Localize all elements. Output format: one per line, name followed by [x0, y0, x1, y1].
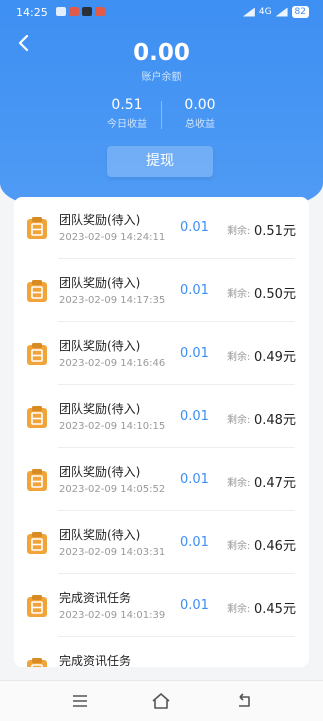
row-divider [58, 573, 295, 574]
calendar-clipboard-icon [27, 343, 47, 365]
calendar-clipboard-icon [27, 280, 47, 302]
row-divider [58, 447, 295, 448]
record-time: 2023-02-09 14:17:35 [59, 295, 166, 306]
record-amount: 0.01 [180, 409, 209, 424]
record-remain-label: 剩余: [227, 604, 251, 615]
record-amount: 0.01 [180, 598, 209, 613]
total-earnings-value: 0.00 [184, 97, 216, 113]
record-remain-label: 剩余: [227, 289, 251, 300]
record-remain-label: 剩余: [227, 415, 251, 426]
record-amount: 0.01 [180, 283, 209, 298]
record-row[interactable]: 完成资讯任务 [14, 638, 309, 667]
row-divider [58, 636, 295, 637]
record-title: 团队奖励(待入) [59, 276, 141, 290]
record-row[interactable]: 团队奖励(待入) 2023-02-09 14:05:52 0.01 剩余: 0.… [14, 449, 309, 511]
record-row[interactable]: 团队奖励(待入) 2023-02-09 14:03:31 0.01 剩余: 0.… [14, 512, 309, 574]
record-remain-label: 剩余: [227, 226, 251, 237]
record-title: 团队奖励(待入) [59, 528, 141, 542]
record-remain: 0.49元 [254, 350, 296, 365]
app-notification-icon [95, 7, 105, 16]
home-icon[interactable] [149, 689, 173, 713]
record-row[interactable]: 团队奖励(待入) 2023-02-09 14:17:35 0.01 剩余: 0.… [14, 260, 309, 322]
row-divider [58, 384, 295, 385]
record-row[interactable]: 团队奖励(待入) 2023-02-09 14:16:46 0.01 剩余: 0.… [14, 323, 309, 385]
record-title: 完成资讯任务 [59, 654, 132, 667]
signal-icon [275, 7, 288, 17]
row-divider [58, 258, 295, 259]
record-row[interactable]: 完成资讯任务 2023-02-09 14:01:39 0.01 剩余: 0.45… [14, 575, 309, 637]
records-list: 团队奖励(待入) 2023-02-09 14:24:11 0.01 剩余: 0.… [14, 197, 309, 667]
total-earnings: 0.00 总收益 [150, 97, 250, 130]
calendar-clipboard-icon [27, 532, 47, 554]
record-time: 2023-02-09 14:03:31 [59, 547, 166, 558]
record-remain: 0.45元 [254, 602, 296, 617]
record-time: 2023-02-09 14:24:11 [59, 232, 166, 243]
menu-icon[interactable] [68, 689, 92, 713]
record-time: 2023-02-09 14:16:46 [59, 358, 166, 369]
row-divider [58, 321, 295, 322]
balance-label: 账户余额 [141, 72, 182, 83]
back-nav-icon[interactable] [232, 689, 256, 713]
total-earnings-label: 总收益 [185, 119, 215, 130]
signal-icon [242, 7, 255, 17]
record-amount: 0.01 [180, 220, 209, 235]
calendar-clipboard-icon [27, 595, 47, 617]
record-amount: 0.01 [180, 472, 209, 487]
network-label: 4G [258, 7, 272, 17]
system-navigation-bar [0, 680, 323, 721]
app-notification-icon [82, 7, 92, 16]
app-notification-icon [56, 7, 66, 16]
record-remain-label: 剩余: [227, 352, 251, 363]
balance-value: 0.00 [133, 40, 190, 66]
header-banner: 14:25 4G 82 0.00 账户余额 0.51 今日收益 0.00 总收益… [0, 0, 323, 205]
status-indicators: 4G 82 [242, 6, 309, 18]
record-title: 团队奖励(待入) [59, 213, 141, 227]
calendar-clipboard-icon [27, 217, 47, 239]
record-remain: 0.48元 [254, 413, 296, 428]
record-amount: 0.01 [180, 346, 209, 361]
record-time: 2023-02-09 14:05:52 [59, 484, 166, 495]
record-remain: 0.50元 [254, 287, 296, 302]
battery-indicator: 82 [291, 6, 309, 18]
row-divider [58, 510, 295, 511]
record-title: 团队奖励(待入) [59, 465, 141, 479]
record-title: 团队奖励(待入) [59, 402, 141, 416]
record-amount: 0.01 [180, 535, 209, 550]
record-time: 2023-02-09 14:01:39 [59, 610, 166, 621]
status-bar: 14:25 4G 82 [0, 0, 323, 24]
record-time: 2023-02-09 14:10:15 [59, 421, 166, 432]
record-remain: 0.46元 [254, 539, 296, 554]
withdraw-button[interactable]: 提现 [107, 146, 213, 177]
notification-icons [56, 7, 105, 16]
record-remain: 0.51元 [254, 224, 296, 239]
calendar-clipboard-icon [27, 469, 47, 491]
app-notification-icon [69, 7, 79, 16]
record-row[interactable]: 团队奖励(待入) 2023-02-09 14:10:15 0.01 剩余: 0.… [14, 386, 309, 448]
status-time: 14:25 [16, 6, 48, 19]
record-remain: 0.47元 [254, 476, 296, 491]
record-title: 完成资讯任务 [59, 591, 132, 605]
record-row[interactable]: 团队奖励(待入) 2023-02-09 14:24:11 0.01 剩余: 0.… [14, 197, 309, 259]
calendar-clipboard-icon [27, 658, 47, 667]
record-remain-label: 剩余: [227, 478, 251, 489]
calendar-clipboard-icon [27, 406, 47, 428]
record-title: 团队奖励(待入) [59, 339, 141, 353]
record-remain-label: 剩余: [227, 541, 251, 552]
